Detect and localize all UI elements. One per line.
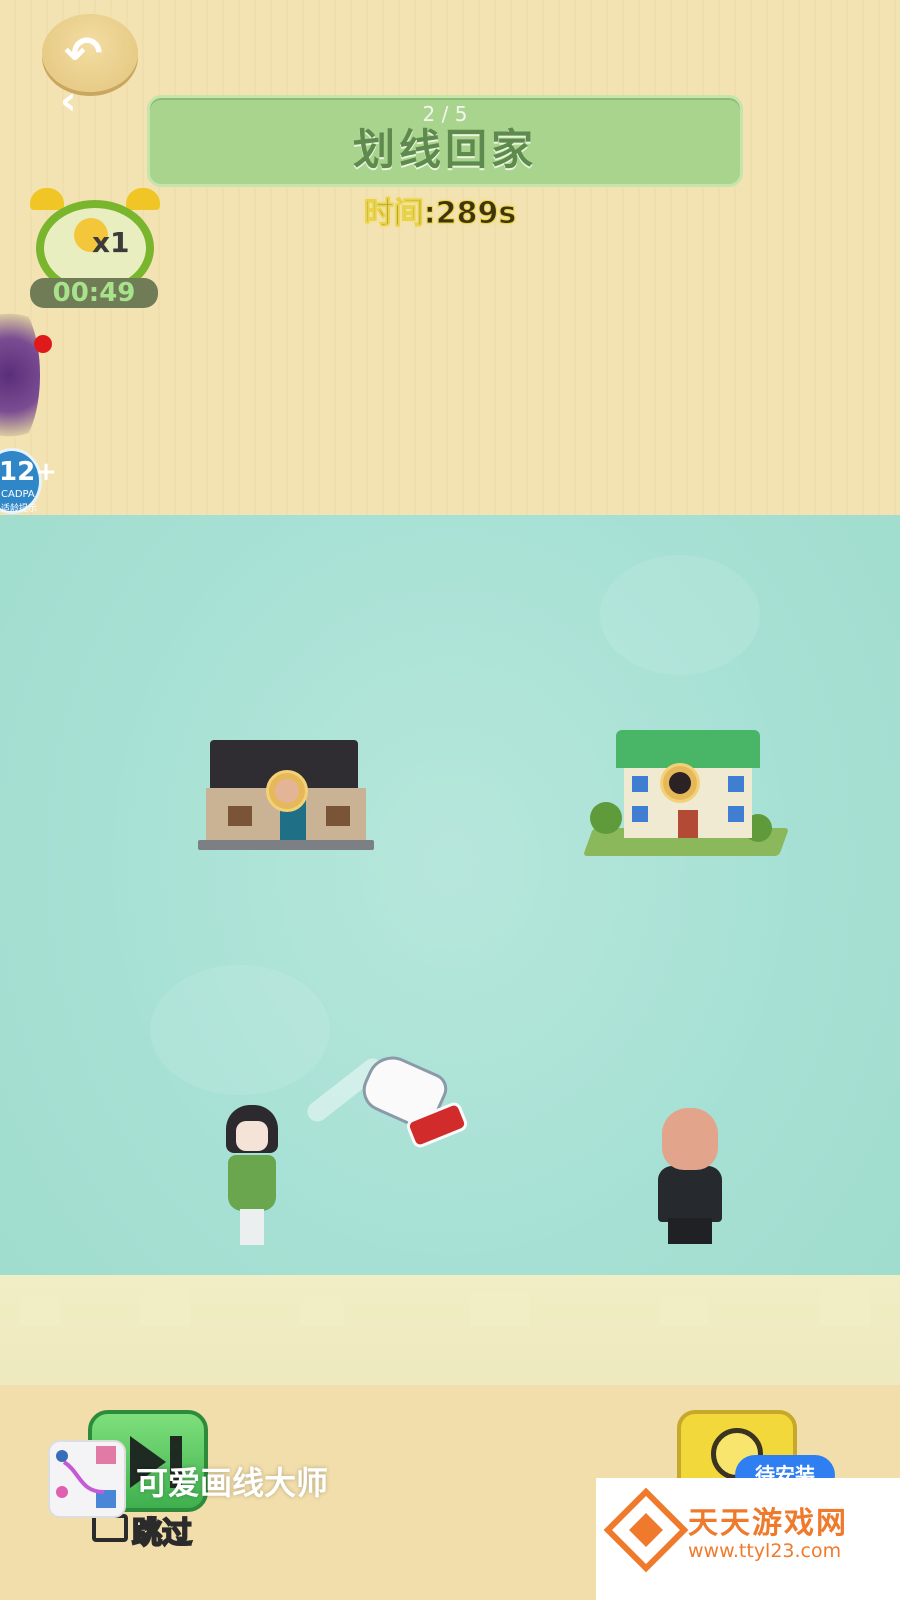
character-head [662, 1108, 718, 1170]
site-logo-icon [603, 1487, 689, 1573]
age-rating-org: CADPA [1, 489, 35, 500]
hint-timer: 00:49 [30, 278, 158, 308]
back-arrow-icon: ↶ [64, 26, 103, 80]
house-window [632, 776, 648, 792]
chevron-left-icon[interactable]: ‹ [60, 78, 76, 124]
man-avatar-badge [266, 770, 308, 812]
age-rating-value: 12+ [0, 457, 57, 487]
tree-icon [590, 802, 622, 834]
time-remaining-label: 时间:289s [363, 196, 517, 232]
watermark: 天天游戏网 www.ttyl23.com [596, 1478, 900, 1600]
girl-avatar-badge [660, 763, 700, 803]
background-cloud [150, 965, 330, 1095]
character-legs [668, 1218, 712, 1244]
character-face [236, 1121, 268, 1151]
notification-dot [34, 335, 52, 353]
background-cloud [600, 555, 760, 675]
bell-left-icon [30, 188, 64, 210]
house-window [632, 806, 648, 822]
house-base [198, 840, 374, 850]
character-legs [240, 1209, 264, 1245]
hint-count: x1 [92, 226, 130, 259]
back-button[interactable]: ↶ [42, 14, 138, 92]
age-rating-badge: 12+ CADPA 适龄提示 [0, 448, 57, 514]
app-title: 可爱画线大师 [136, 1464, 329, 1502]
house-roof [616, 730, 760, 768]
play-area[interactable] [0, 515, 900, 1385]
level-title: 划线回家 [352, 125, 537, 174]
old-house[interactable] [198, 728, 374, 852]
house-door [678, 810, 698, 838]
watermark-url: www.ttyl23.com [688, 1540, 842, 1562]
hint-button[interactable]: x1 00:49 [30, 188, 160, 312]
house-window [228, 806, 252, 826]
girl-character[interactable] [216, 1105, 288, 1250]
app-icon [48, 1440, 126, 1518]
title-banner: 2 / 5 划线回家 [147, 95, 743, 187]
house-window [728, 806, 744, 822]
house-window [728, 776, 744, 792]
age-rating-note: 适龄提示 [1, 504, 38, 514]
pointing-hand-icon [352, 1048, 472, 1162]
man-character[interactable] [652, 1108, 728, 1246]
house-window [326, 806, 350, 826]
watermark-title: 天天游戏网 [688, 1506, 848, 1541]
character-body [658, 1166, 722, 1222]
character-dress [228, 1155, 276, 1211]
skip-label: 跳过 [131, 1515, 193, 1552]
bell-right-icon [126, 188, 160, 210]
skyline-decoration [0, 1275, 900, 1385]
